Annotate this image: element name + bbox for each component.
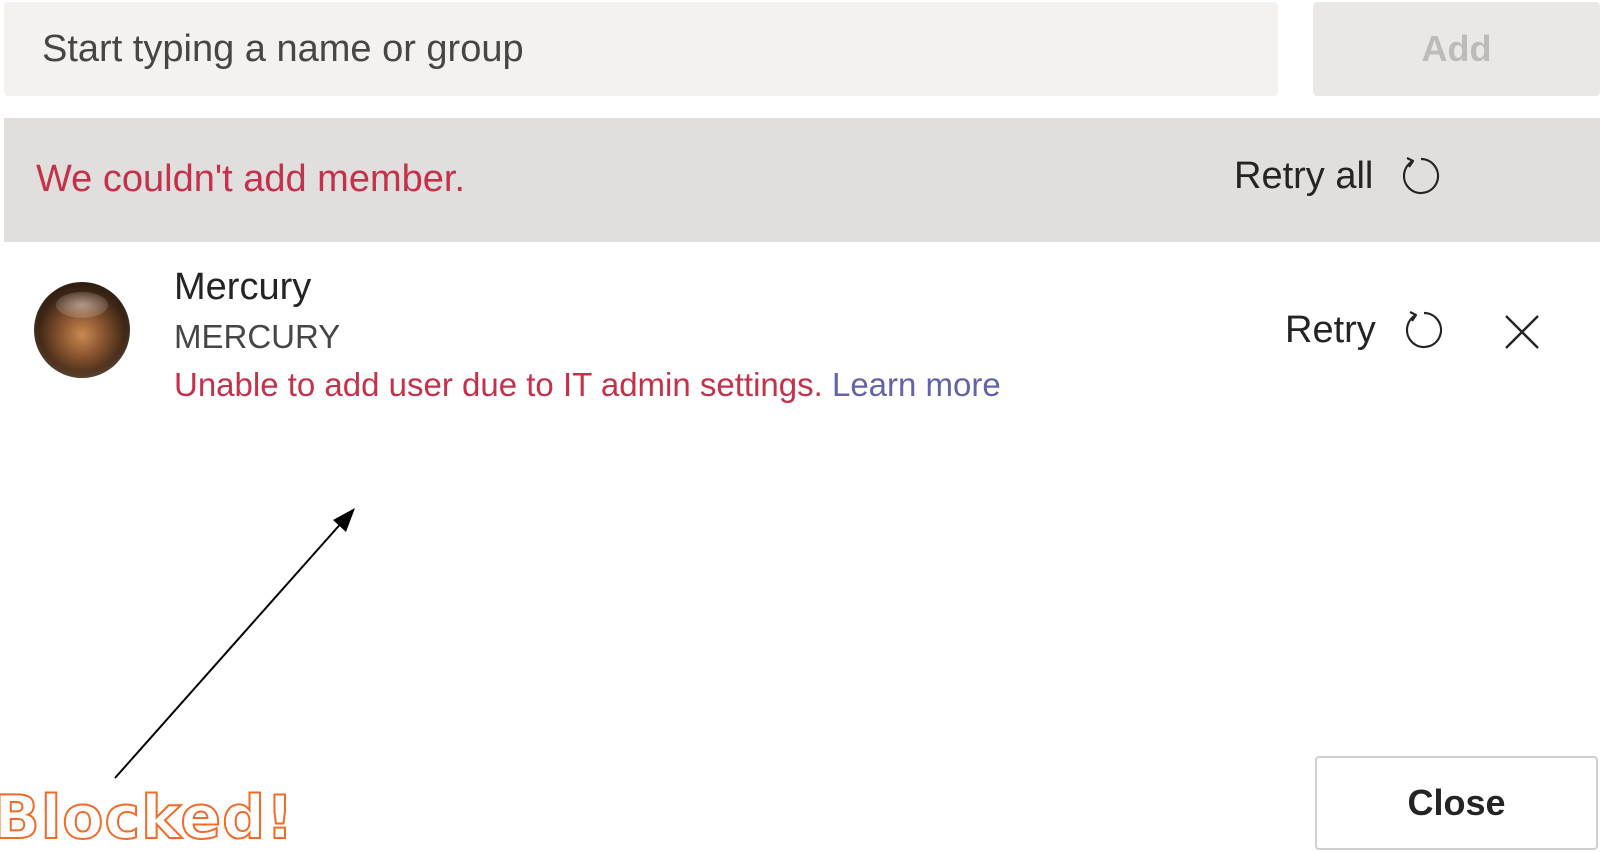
retry-all-label: Retry all xyxy=(1234,154,1374,197)
retry-label: Retry xyxy=(1285,308,1376,351)
close-button[interactable]: Close xyxy=(1315,756,1598,850)
add-button[interactable]: Add xyxy=(1313,2,1600,96)
refresh-icon xyxy=(1405,311,1442,349)
search-input[interactable] xyxy=(40,26,1278,72)
avatar-highlight xyxy=(56,292,108,318)
search-field[interactable] xyxy=(4,2,1278,96)
blocked-annotation: Blocked! xyxy=(0,783,295,853)
avatar xyxy=(34,282,130,378)
learn-more-link[interactable]: Learn more xyxy=(832,366,1001,403)
error-banner-message: We couldn't add member. xyxy=(36,158,466,200)
refresh-icon xyxy=(1403,157,1440,195)
error-banner: We couldn't add member. Retry all xyxy=(4,118,1600,242)
member-id: MERCURY xyxy=(174,318,341,355)
member-error-message: Unable to add user due to IT admin setti… xyxy=(174,366,1001,404)
retry-button[interactable]: Retry xyxy=(1285,308,1446,352)
member-name: Mercury xyxy=(174,266,312,308)
member-error-text: Unable to add user due to IT admin setti… xyxy=(174,366,823,403)
retry-all-button[interactable]: Retry all xyxy=(1234,154,1443,198)
close-icon[interactable] xyxy=(1500,310,1544,354)
